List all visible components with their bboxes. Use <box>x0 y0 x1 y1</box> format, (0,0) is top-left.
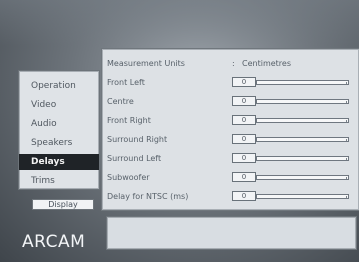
delay-row-subwoofer[interactable]: Subwoofer 0 <box>102 168 359 186</box>
delay-slider[interactable]: 0 <box>232 77 350 87</box>
slider-track[interactable] <box>256 194 349 199</box>
units-value: Centimetres <box>242 59 291 68</box>
slider-track[interactable] <box>256 137 349 142</box>
display-button[interactable]: Display <box>32 199 94 210</box>
delay-slider[interactable]: 0 <box>232 115 350 125</box>
units-separator: : <box>232 59 235 68</box>
delay-value: 0 <box>232 191 256 201</box>
delay-slider[interactable]: 0 <box>232 153 350 163</box>
row-label: Delay for NTSC (ms) <box>107 192 189 201</box>
delay-slider[interactable]: 0 <box>232 96 350 106</box>
arcam-setup-screen: Operation Video Audio Speakers Delays Tr… <box>0 0 359 262</box>
setup-menu: Operation Video Audio Speakers Delays Tr… <box>18 70 100 190</box>
row-label: Front Left <box>107 78 145 87</box>
menu-item-operation[interactable]: Operation <box>19 78 99 94</box>
slider-track[interactable] <box>256 99 349 104</box>
delay-row-surround-left[interactable]: Surround Left 0 <box>102 149 359 167</box>
slider-track[interactable] <box>256 80 349 85</box>
delay-row-surround-right[interactable]: Surround Right 0 <box>102 130 359 148</box>
info-box <box>106 216 357 250</box>
delay-row-centre[interactable]: Centre 0 <box>102 92 359 110</box>
delay-value: 0 <box>232 153 256 163</box>
delay-slider[interactable]: 0 <box>232 134 350 144</box>
delay-value: 0 <box>232 134 256 144</box>
slider-track[interactable] <box>256 175 349 180</box>
row-label: Subwoofer <box>107 173 150 182</box>
units-label: Measurement Units <box>107 59 185 68</box>
menu-item-trims[interactable]: Trims <box>19 173 99 189</box>
row-label: Centre <box>107 97 134 106</box>
delay-slider[interactable]: 0 <box>232 172 350 182</box>
menu-item-delays[interactable]: Delays <box>19 154 99 170</box>
menu-item-audio[interactable]: Audio <box>19 116 99 132</box>
delay-row-front-left[interactable]: Front Left 0 <box>102 73 359 91</box>
delay-slider[interactable]: 0 <box>232 191 350 201</box>
top-gradient <box>0 0 359 46</box>
menu-item-video[interactable]: Video <box>19 97 99 113</box>
delay-row-front-right[interactable]: Front Right 0 <box>102 111 359 129</box>
units-row[interactable]: Measurement Units : Centimetres <box>102 54 359 72</box>
arcam-logo: ARCAM <box>22 232 86 252</box>
delay-value: 0 <box>232 172 256 182</box>
row-label: Surround Right <box>107 135 168 144</box>
delays-panel: Measurement Units : Centimetres Front Le… <box>101 48 359 211</box>
delay-value: 0 <box>232 115 256 125</box>
row-label: Surround Left <box>107 154 162 163</box>
slider-track[interactable] <box>256 118 349 123</box>
delay-value: 0 <box>232 96 256 106</box>
row-label: Front Right <box>107 116 151 125</box>
slider-track[interactable] <box>256 156 349 161</box>
delay-row-ntsc[interactable]: Delay for NTSC (ms) 0 <box>102 187 359 205</box>
menu-item-speakers[interactable]: Speakers <box>19 135 99 151</box>
delay-value: 0 <box>232 77 256 87</box>
